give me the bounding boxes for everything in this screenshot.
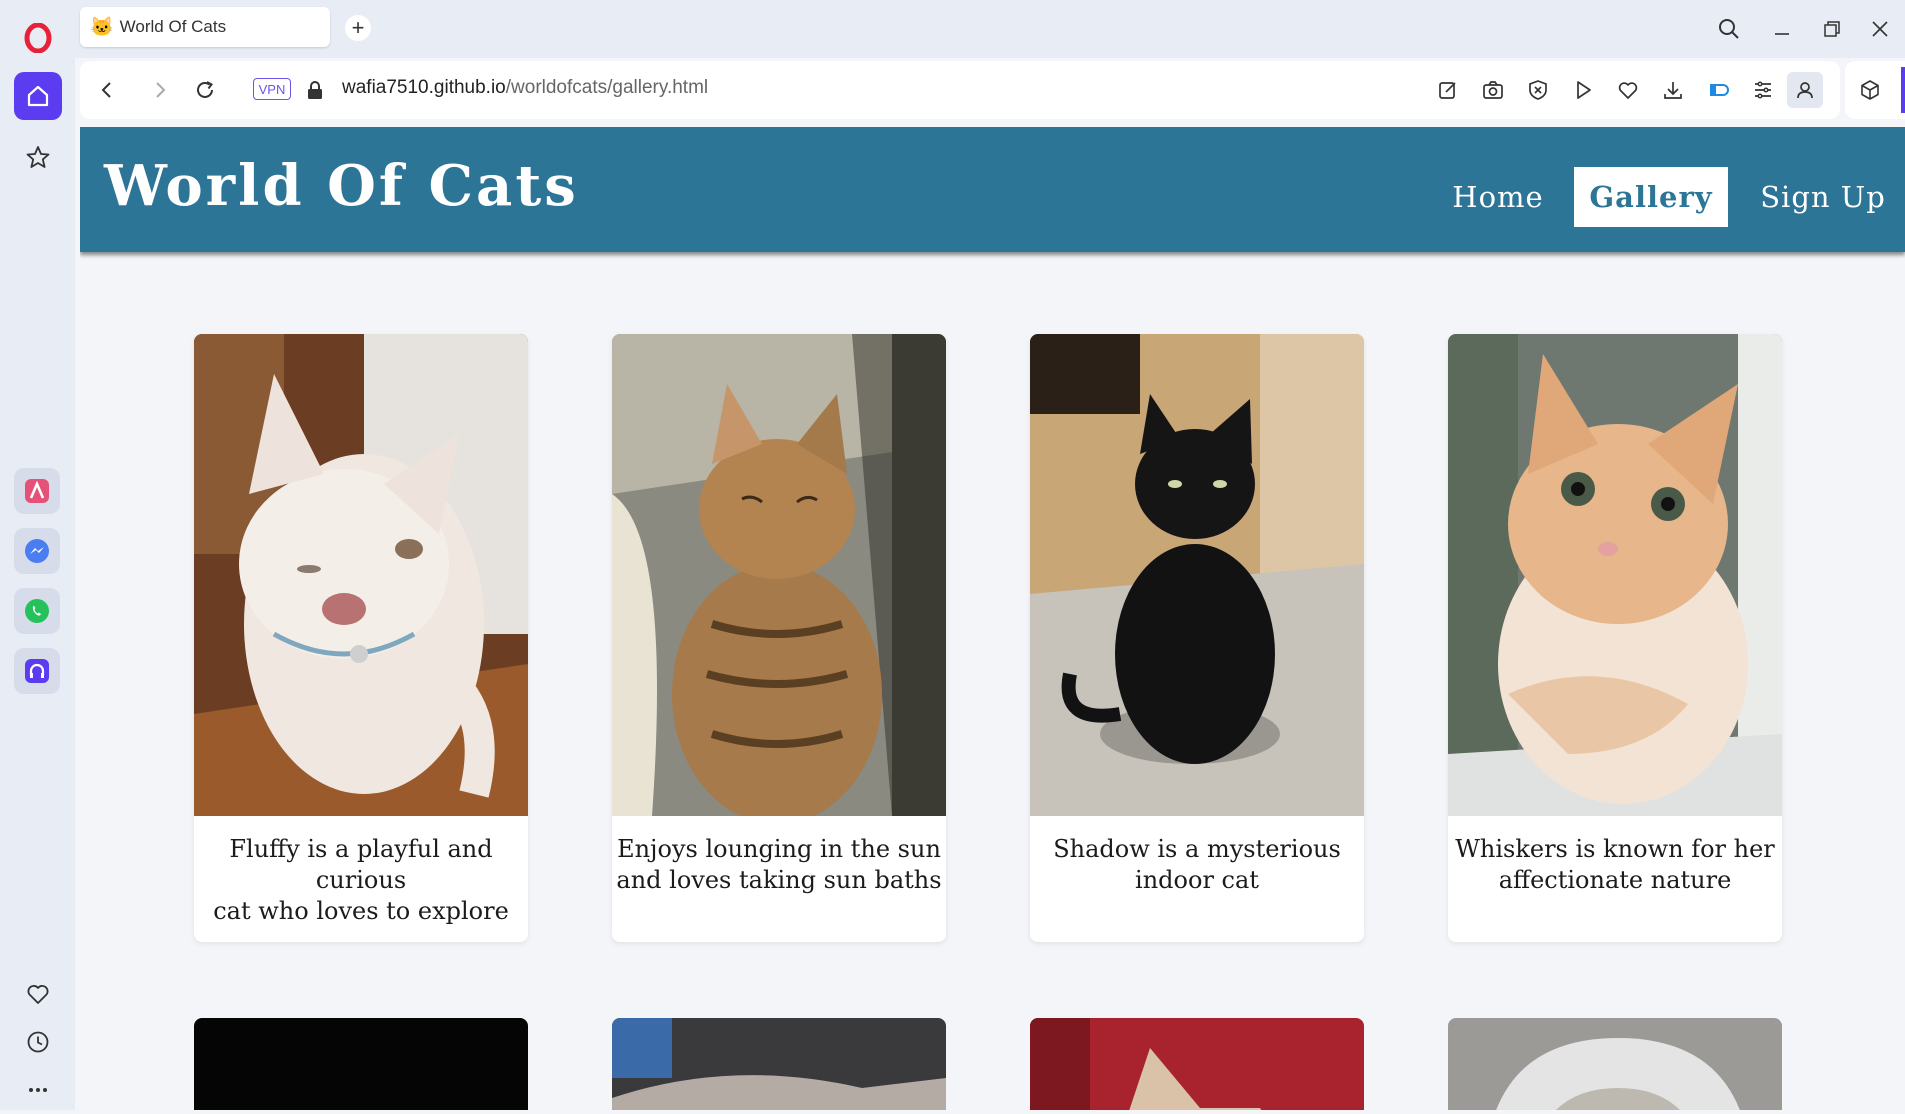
caption-line: Fluffy is a playful and curious bbox=[229, 835, 493, 894]
heart-icon[interactable] bbox=[14, 970, 62, 1018]
nav-sign-up[interactable]: Sign Up bbox=[1748, 167, 1898, 227]
card-caption: Whiskers is known for her affectionate n… bbox=[1448, 834, 1782, 896]
minimize-icon[interactable] bbox=[1765, 12, 1799, 46]
favorite-heart-icon[interactable] bbox=[1613, 75, 1643, 105]
extensions-box bbox=[1845, 61, 1905, 119]
cat-photo-row2 bbox=[1448, 1018, 1782, 1110]
opera-logo-icon[interactable] bbox=[14, 14, 62, 62]
restore-icon[interactable] bbox=[1815, 12, 1849, 46]
url-field[interactable]: wafia7510.github.io/worldofcats/gallery.… bbox=[342, 77, 708, 99]
browser-sidebar bbox=[0, 0, 75, 1110]
cat-photo-sunbather bbox=[612, 334, 946, 816]
forward-icon[interactable] bbox=[145, 75, 175, 105]
cat-favicon-icon: 🐱 bbox=[90, 17, 114, 38]
more-options-icon[interactable] bbox=[14, 1066, 62, 1114]
address-bar: VPN wafia7510.github.io/worldofcats/gall… bbox=[80, 61, 1840, 119]
easy-setup-icon[interactable] bbox=[1748, 75, 1778, 105]
gallery-card-row2[interactable] bbox=[1030, 1018, 1364, 1110]
caption-line: Shadow is a mysterious bbox=[1053, 835, 1341, 863]
home-icon[interactable] bbox=[14, 72, 62, 120]
active-tab[interactable]: 🐱 World Of Cats bbox=[80, 7, 330, 47]
caption-line: affectionate nature bbox=[1498, 866, 1732, 894]
close-window-icon[interactable] bbox=[1863, 12, 1897, 46]
camera-icon[interactable] bbox=[1478, 75, 1508, 105]
profile-icon[interactable] bbox=[1787, 72, 1823, 108]
whatsapp-icon[interactable] bbox=[14, 588, 60, 634]
card-caption: Shadow is a mysterious indoor cat bbox=[1030, 834, 1364, 896]
gallery-card[interactable]: Whiskers is known for her affectionate n… bbox=[1448, 334, 1782, 942]
cat-photo-row2 bbox=[1030, 1018, 1364, 1110]
new-tab-button[interactable]: + bbox=[345, 15, 371, 41]
caption-line: Whiskers is known for her bbox=[1455, 835, 1775, 863]
caption-line: indoor cat bbox=[1135, 866, 1259, 894]
vpn-badge[interactable]: VPN bbox=[253, 78, 291, 100]
history-clock-icon[interactable] bbox=[14, 1018, 62, 1066]
gallery-card-row2[interactable] bbox=[612, 1018, 946, 1110]
extensions-cube-icon[interactable] bbox=[1855, 75, 1885, 105]
gallery-card[interactable]: Fluffy is a playful and curious cat who … bbox=[194, 334, 528, 942]
sidebar-panel-edge bbox=[1901, 67, 1905, 113]
site-title: World Of Cats bbox=[104, 153, 579, 219]
caption-line: cat who loves to explore bbox=[213, 897, 509, 925]
download-icon[interactable] bbox=[1658, 75, 1688, 105]
search-tabs-icon[interactable] bbox=[1712, 12, 1746, 46]
cat-photo-fluffy bbox=[194, 334, 528, 816]
lock-icon[interactable] bbox=[300, 75, 330, 105]
gallery-card-row2[interactable] bbox=[194, 1018, 528, 1110]
aria-icon[interactable] bbox=[14, 468, 60, 514]
messenger-icon[interactable] bbox=[14, 528, 60, 574]
card-caption: Fluffy is a playful and curious cat who … bbox=[194, 834, 528, 927]
url-host: wafia7510.github.io bbox=[342, 77, 506, 98]
battery-saver-icon[interactable] bbox=[1703, 75, 1733, 105]
edit-icon[interactable] bbox=[1433, 75, 1463, 105]
caption-line: and loves taking sun baths bbox=[616, 866, 942, 894]
music-player-icon[interactable] bbox=[14, 648, 60, 694]
card-caption: Enjoys lounging in the sun and loves tak… bbox=[612, 834, 946, 896]
tab-strip: 🐱 World Of Cats + bbox=[75, 0, 1905, 58]
cat-photo-whiskers bbox=[1448, 334, 1782, 816]
gallery-card[interactable]: Enjoys lounging in the sun and loves tak… bbox=[612, 334, 946, 942]
cat-photo-shadow bbox=[1030, 334, 1364, 816]
nav-home[interactable]: Home bbox=[1443, 167, 1553, 227]
gallery-card[interactable]: Shadow is a mysterious indoor cat bbox=[1030, 334, 1364, 942]
tab-title: World Of Cats bbox=[119, 17, 227, 36]
adblock-shield-icon[interactable] bbox=[1523, 75, 1553, 105]
site-header: World Of Cats Home Gallery Sign Up bbox=[80, 127, 1905, 252]
page-viewport: World Of Cats Home Gallery Sign Up Fluff… bbox=[80, 127, 1905, 1110]
gallery-card-row2[interactable] bbox=[1448, 1018, 1782, 1110]
caption-line: Enjoys lounging in the sun bbox=[617, 835, 941, 863]
play-icon[interactable] bbox=[1568, 75, 1598, 105]
url-path: /worldofcats/gallery.html bbox=[505, 77, 709, 98]
cat-photo-row2 bbox=[612, 1018, 946, 1110]
back-icon[interactable] bbox=[92, 75, 122, 105]
bookmarks-star-icon[interactable] bbox=[14, 133, 62, 181]
nav-gallery[interactable]: Gallery bbox=[1574, 167, 1728, 227]
reload-icon[interactable] bbox=[190, 75, 220, 105]
